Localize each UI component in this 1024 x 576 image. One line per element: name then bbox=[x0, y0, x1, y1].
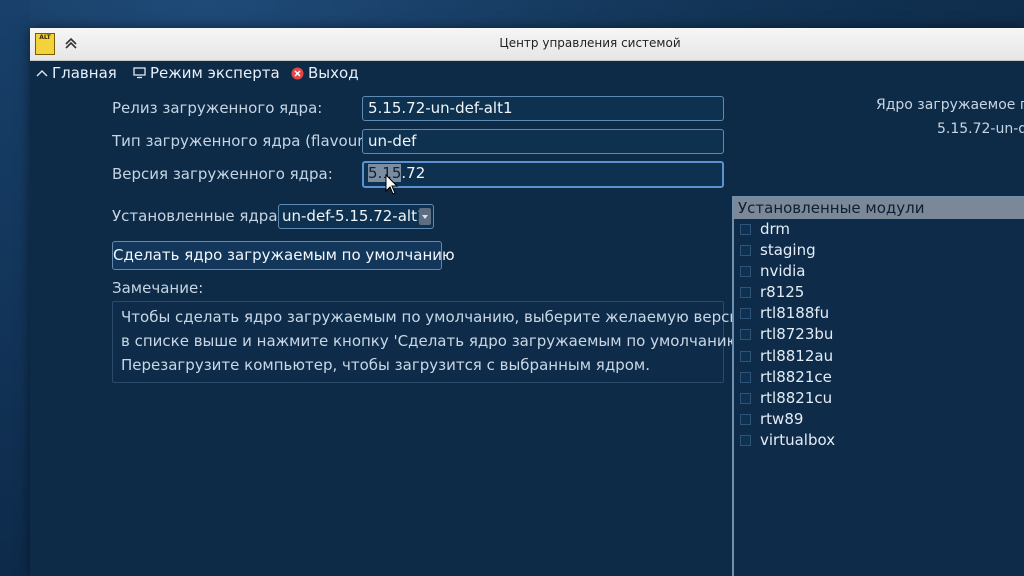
menu-expert-button[interactable]: Режим эксперта bbox=[133, 64, 280, 82]
module-label: r8125 bbox=[760, 283, 805, 302]
list-item[interactable]: rtl8821cu bbox=[734, 388, 1024, 409]
release-label: Релиз загруженного ядра: bbox=[112, 99, 323, 117]
module-label: rtl8188fu bbox=[760, 304, 830, 323]
module-label: rtl8723bu bbox=[760, 325, 834, 344]
menu-bar: Главная Режим эксперта Выход bbox=[30, 60, 1024, 84]
monitor-icon bbox=[133, 67, 146, 79]
installed-modules-list: Установленные модули drm staging nvidia … bbox=[732, 196, 1024, 576]
installed-kernels-value: un-def-5.15.72-alt1 bbox=[282, 207, 427, 225]
version-label: Версия загруженного ядра: bbox=[112, 165, 333, 183]
note-line: Чтобы сделать ядро загружаемым по умолча… bbox=[121, 308, 752, 326]
flavour-label: Тип загруженного ядра (flavour): bbox=[112, 132, 375, 150]
close-circle-icon bbox=[291, 67, 304, 79]
version-rest-text: .72 bbox=[401, 164, 426, 182]
set-default-kernel-button[interactable]: Сделать ядро загружаемым по умолчанию bbox=[112, 241, 455, 270]
chevron-up-icon bbox=[36, 70, 48, 77]
module-label: rtl8821ce bbox=[760, 367, 832, 386]
list-item[interactable]: rtl8723bu bbox=[734, 324, 1024, 345]
boot-kernel-value: 5.15.72-un-de bbox=[937, 121, 1024, 137]
list-item[interactable]: r8125 bbox=[734, 282, 1024, 303]
menu-exit-label: Выход bbox=[308, 64, 359, 82]
list-item[interactable]: drm bbox=[734, 219, 1024, 240]
module-label: rtl8821cu bbox=[760, 388, 833, 407]
module-label: virtualbox bbox=[760, 430, 836, 449]
module-label: drm bbox=[760, 220, 791, 238]
menu-home-label: Главная bbox=[52, 64, 117, 82]
version-field[interactable]: 5.15.72 bbox=[362, 161, 724, 188]
module-checkbox[interactable] bbox=[740, 392, 751, 404]
flavour-field[interactable]: un-def bbox=[362, 129, 724, 154]
installed-label: Установленные ядра: bbox=[112, 207, 283, 225]
release-field[interactable]: 5.15.72-un-def-alt1 bbox=[362, 96, 724, 121]
module-checkbox[interactable] bbox=[740, 245, 751, 257]
module-label: rtw89 bbox=[760, 409, 804, 428]
list-item[interactable]: nvidia bbox=[734, 261, 1024, 282]
list-item[interactable]: rtw89 bbox=[734, 409, 1024, 430]
note-line: в списке выше и нажмите кнопку 'Сделать … bbox=[121, 332, 749, 350]
module-label: rtl8812au bbox=[760, 346, 834, 365]
window-title: Центр управления системой bbox=[499, 36, 681, 50]
boot-kernel-label: Ядро загружаемое п bbox=[876, 97, 1024, 113]
module-label: nvidia bbox=[760, 262, 806, 281]
module-checkbox[interactable] bbox=[740, 287, 751, 299]
list-item[interactable]: virtualbox bbox=[734, 430, 1024, 451]
module-checkbox[interactable] bbox=[740, 371, 751, 383]
app-logo: ALT bbox=[35, 33, 55, 55]
module-checkbox[interactable] bbox=[740, 413, 751, 425]
module-checkbox[interactable] bbox=[740, 266, 751, 278]
module-checkbox[interactable] bbox=[740, 224, 751, 235]
module-label: staging bbox=[760, 241, 816, 260]
module-checkbox[interactable] bbox=[740, 329, 751, 341]
list-item[interactable]: staging bbox=[734, 240, 1024, 261]
module-checkbox[interactable] bbox=[740, 308, 751, 320]
note-line: Перезагрузите компьютер, чтобы загрузитс… bbox=[121, 356, 650, 374]
menu-expert-label: Режим эксперта bbox=[150, 64, 280, 82]
text-cursor-icon bbox=[385, 174, 399, 195]
modules-header: Установленные модули bbox=[734, 197, 1024, 219]
desktop-background bbox=[0, 0, 30, 576]
list-item[interactable]: rtl8188fu bbox=[734, 303, 1024, 324]
title-bar: ALT Центр управления системой bbox=[30, 28, 1024, 61]
note-box: Чтобы сделать ядро загружаемым по умолча… bbox=[112, 301, 752, 383]
list-item[interactable]: rtl8812au bbox=[734, 346, 1024, 367]
chevron-down-icon[interactable] bbox=[419, 208, 431, 225]
note-label: Замечание: bbox=[112, 279, 204, 297]
module-checkbox[interactable] bbox=[740, 350, 751, 362]
chevron-up-icon[interactable] bbox=[62, 34, 80, 52]
menu-exit-button[interactable]: Выход bbox=[291, 64, 359, 82]
list-item[interactable]: rtl8821ce bbox=[734, 367, 1024, 388]
control-center-window: ALT Центр управления системой Главная Ре… bbox=[30, 28, 1024, 576]
menu-home-button[interactable]: Главная bbox=[36, 64, 117, 82]
module-checkbox[interactable] bbox=[740, 434, 751, 446]
installed-kernels-select[interactable]: un-def-5.15.72-alt1 bbox=[278, 204, 434, 229]
